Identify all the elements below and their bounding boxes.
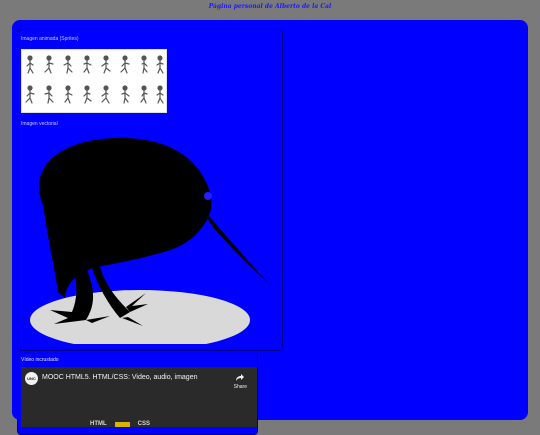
video-badges: HTML CSS bbox=[90, 421, 150, 427]
page-title: Página personal de Alberto de la Cal bbox=[208, 3, 332, 10]
media-box: Imagen animada (Sprites) Imagen vectoria… bbox=[17, 29, 283, 351]
sprite-sheet bbox=[21, 49, 167, 113]
share-label[interactable]: Share bbox=[234, 384, 247, 390]
kiwi-illustration bbox=[20, 130, 284, 350]
sprite-figures bbox=[25, 55, 164, 104]
video-title[interactable]: MOOC HTML5. HTML/CSS: Video, audio, imag… bbox=[42, 374, 197, 381]
video-section-label: Vídeo incrustado bbox=[21, 357, 59, 363]
yellow-badge bbox=[114, 422, 130, 427]
html-badge: HTML bbox=[90, 421, 107, 427]
sprite-section-label: Imagen animada (Sprites) bbox=[21, 36, 79, 42]
share-icon[interactable] bbox=[234, 373, 244, 383]
embedded-video[interactable]: UNC MOOC HTML5. HTML/CSS: Video, audio, … bbox=[21, 367, 257, 427]
css-badge: CSS bbox=[137, 421, 151, 427]
vector-section-label: Imagen vectorial bbox=[21, 121, 58, 127]
video-box: Vídeo incrustado UNC MOOC HTML5. HTML/CS… bbox=[17, 353, 258, 435]
main-panel: Imagen animada (Sprites) Imagen vectoria… bbox=[12, 20, 528, 435]
channel-avatar: UNC bbox=[25, 372, 38, 385]
